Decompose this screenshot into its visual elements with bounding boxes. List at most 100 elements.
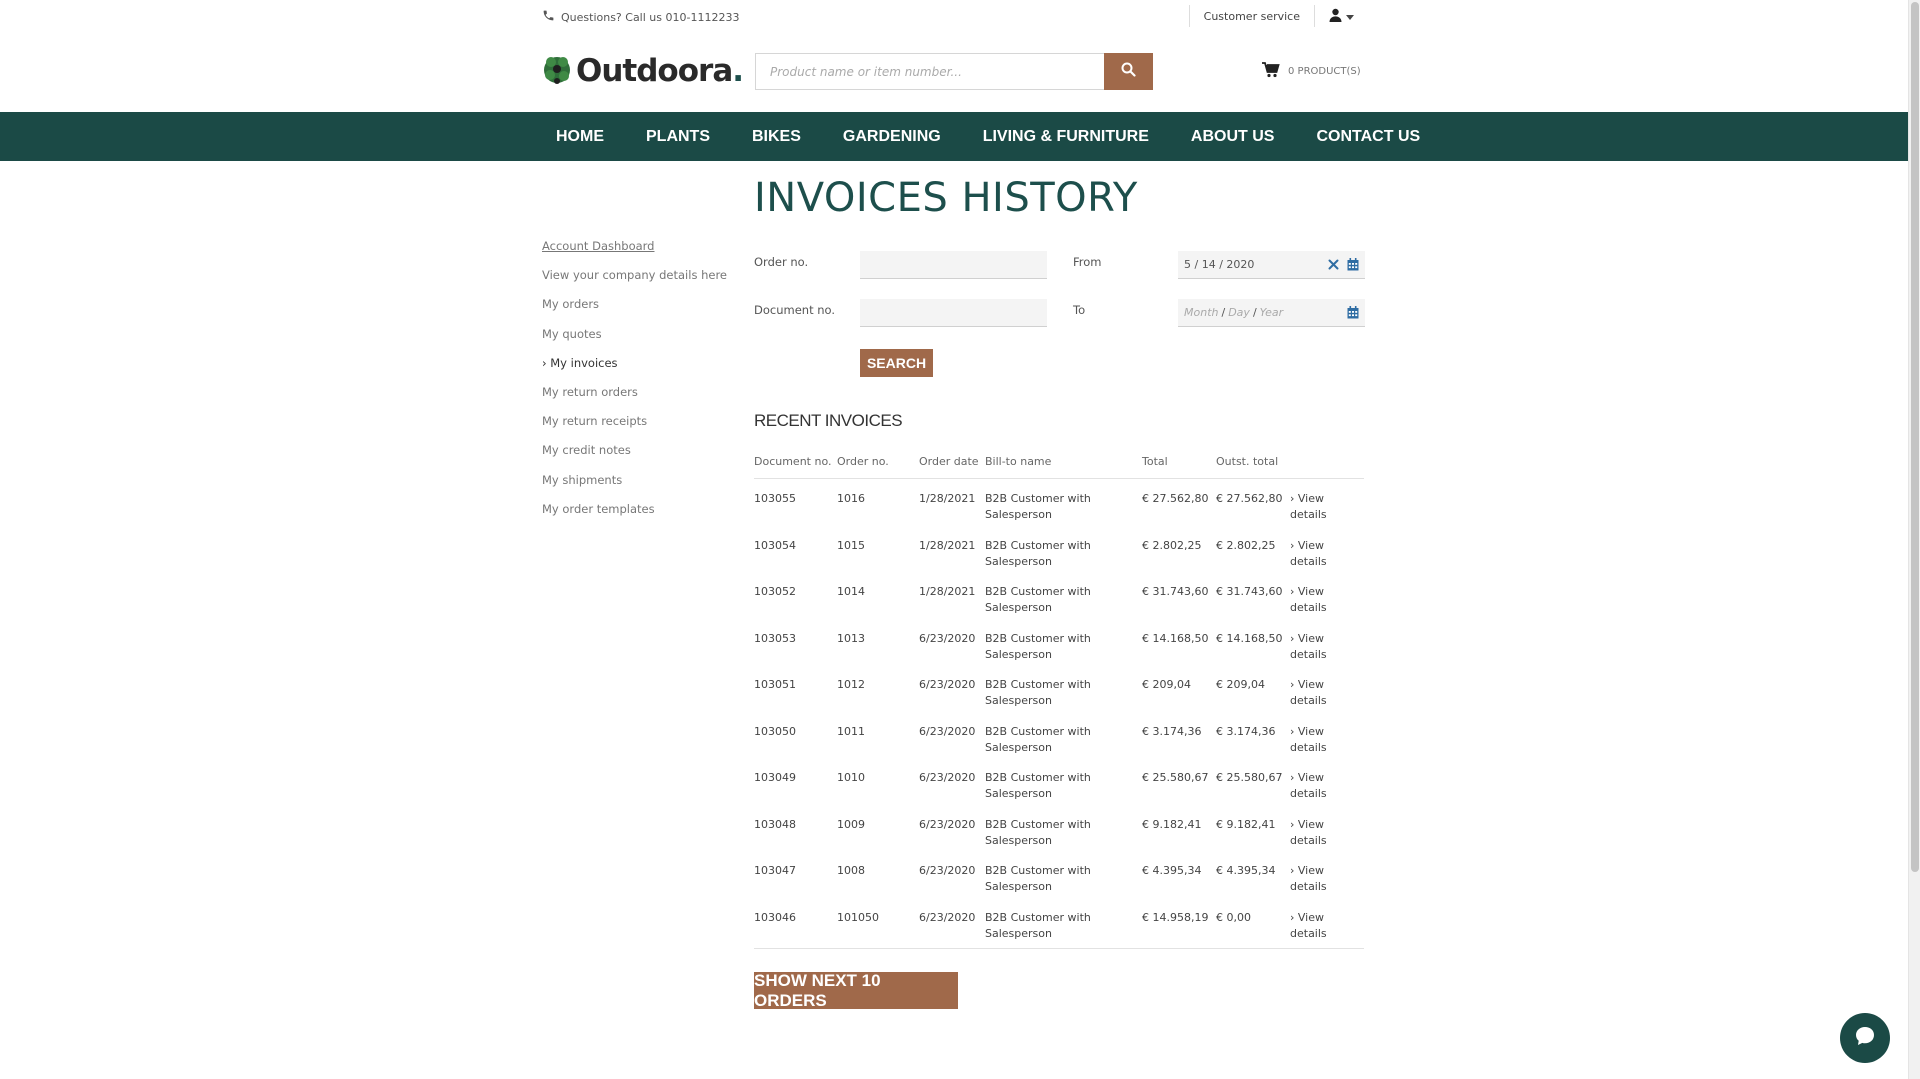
sidebar-item-company-details[interactable]: View your company details here [542,267,742,296]
table-row: 103050 1011 6/23/2020 B2B Customer with Sal… [754,712,1364,759]
order-no-cell: 1009 [837,817,865,831]
view-details-link[interactable]: › View details [1290,863,1340,895]
document-no-input[interactable] [860,299,1047,327]
search-bar: Product name or item number... [755,53,1153,90]
order-date-cell: 6/23/2020 [919,864,976,877]
view-details-link[interactable]: › View details [1290,491,1340,523]
scrollbar-thumb[interactable] [1911,2,1919,872]
bill-to-name-cell: B2B Customer with Salesperson [985,538,1091,568]
view-details-link[interactable]: › View details [1290,538,1340,570]
view-details-link[interactable]: › View details [1290,584,1340,616]
total-cell: € 14.958,19 [1142,910,1209,924]
phone-text: Questions? Call us 010-1112233 [561,10,740,24]
calendar-icon[interactable] [1347,258,1359,274]
from-date-value: 5 / 14 / 2020 [1184,258,1255,271]
table-row: 103052 1014 1/28/2021 B2B Customer with Sal… [754,572,1364,619]
chevron-down-icon [1346,10,1354,23]
view-details-link[interactable]: › View details [1290,910,1340,942]
order-date-cell: 6/23/2020 [919,724,976,738]
table-divider [754,948,1364,949]
order-date-cell: 6/23/2020 [919,678,976,691]
page-scrollbar[interactable] [1908,0,1920,1079]
top-right: Customer service [1175,0,1354,32]
search-button[interactable] [1104,53,1153,90]
cart-icon [1262,62,1280,81]
nav-item-bikes[interactable]: BIKES [752,128,801,146]
sidebar-item-return-orders[interactable]: My return orders [542,384,742,413]
column-header: Document no. [754,455,832,468]
order-no-cell: 1010 [837,771,865,784]
order-date-cell: 1/28/2021 [919,492,976,505]
sidebar-item-orders[interactable]: My orders [542,296,742,325]
column-header: Outst. total [1216,455,1279,468]
from-date-actions [1328,258,1359,274]
view-details-link[interactable]: › View details [1290,724,1340,756]
chat-button[interactable] [1840,1013,1890,1063]
nav-item-plants[interactable]: PLANTS [646,128,710,146]
user-icon [1329,8,1342,25]
to-date-actions [1347,306,1359,322]
nav-item-contact-us[interactable]: CONTACT US [1316,128,1420,146]
document-no-cell: 103053 [754,631,796,645]
table-row: 103046 101050 6/23/2020 B2B Customer with S… [754,898,1364,945]
bill-to-name-cell: B2B Customer with Salesperson [985,678,1091,707]
nav-item-about-us[interactable]: ABOUT US [1191,128,1275,146]
calendar-icon[interactable] [1347,306,1359,322]
bill-to-name-cell: B2B Customer with Salesperson [985,771,1091,800]
order-no-cell: 1014 [837,585,865,598]
view-details-link[interactable]: › View details [1290,770,1340,802]
to-label: To [1073,303,1086,317]
document-no-label: Document no. [754,303,836,317]
column-header: Bill-to name [985,455,1052,468]
order-no-input[interactable] [860,251,1047,279]
main-nav: HOME PLANTS BIKES GARDENING LIVING & FUR… [0,112,1908,161]
customer-service-link[interactable]: Customer service [1204,10,1300,23]
logo[interactable]: Outdoora. [542,52,744,90]
outstanding-total-cell: € 209,04 [1216,678,1265,691]
total-cell: € 209,04 [1142,678,1191,691]
to-date-input[interactable]: Month / Day / Year [1178,299,1365,327]
table-row: 103051 1012 6/23/2020 B2B Customer with Sal… [754,665,1364,712]
show-next-orders-button[interactable]: SHOW NEXT 10 ORDERS [754,971,958,1010]
total-cell: € 2.802,25 [1142,538,1202,552]
nav-item-home[interactable]: HOME [556,128,604,146]
document-no-cell: 103049 [754,771,796,784]
bill-to-name-cell: B2B Customer with Salesperson [985,910,1091,940]
user-menu[interactable] [1329,8,1354,25]
divider [1314,5,1315,27]
total-cell: € 4.395,34 [1142,864,1202,877]
close-icon[interactable] [1328,259,1339,273]
view-details-link[interactable]: › View details [1290,817,1340,849]
divider [1188,5,1190,27]
document-no-cell: 103047 [754,864,796,877]
sidebar-item-account-dashboard[interactable]: Account Dashboard [542,238,742,267]
nav-item-gardening[interactable]: GARDENING [843,128,941,146]
top-bar: Questions? Call us 010-1112233 Customer … [542,0,1354,32]
bill-to-name-cell: B2B Customer with Salesperson [985,585,1091,614]
sidebar-item-invoices[interactable]: › My invoices [542,355,742,384]
order-no-cell: 1012 [837,678,865,691]
sidebar-item-credit-notes[interactable]: My credit notes [542,442,742,471]
table-row: 103047 1008 6/23/2020 B2B Customer with Sal… [754,851,1364,898]
view-details-link[interactable]: › View details [1290,677,1340,709]
invoices-table: Document no. Order no. Order date Bill-t… [754,455,1364,949]
total-cell: € 31.743,60 [1142,585,1209,598]
order-no-cell: 1011 [837,724,865,738]
document-no-cell: 103055 [754,492,796,505]
sidebar-item-return-receipts[interactable]: My return receipts [542,413,742,442]
search-input[interactable]: Product name or item number... [755,53,1104,90]
sidebar-item-quotes[interactable]: My quotes [542,326,742,355]
phone-info: Questions? Call us 010-1112233 [542,9,739,25]
logo-icon [542,52,572,90]
order-no-cell: 101050 [837,910,879,924]
document-no-cell: 103052 [754,585,796,598]
from-date-input[interactable]: 5 / 14 / 2020 [1178,251,1365,279]
view-details-link[interactable]: › View details [1290,631,1340,663]
nav-item-living-furniture[interactable]: LIVING & FURNITURE [983,128,1149,146]
sidebar-item-shipments[interactable]: My shipments [542,472,742,501]
filter-search-button[interactable]: SEARCH [860,349,933,377]
bill-to-name-cell: B2B Customer with Salesperson [985,724,1091,754]
sidebar-item-order-templates[interactable]: My order templates [542,501,742,530]
cart[interactable]: 0 PRODUCT(S) [1262,62,1361,81]
order-date-cell: 6/23/2020 [919,771,976,784]
